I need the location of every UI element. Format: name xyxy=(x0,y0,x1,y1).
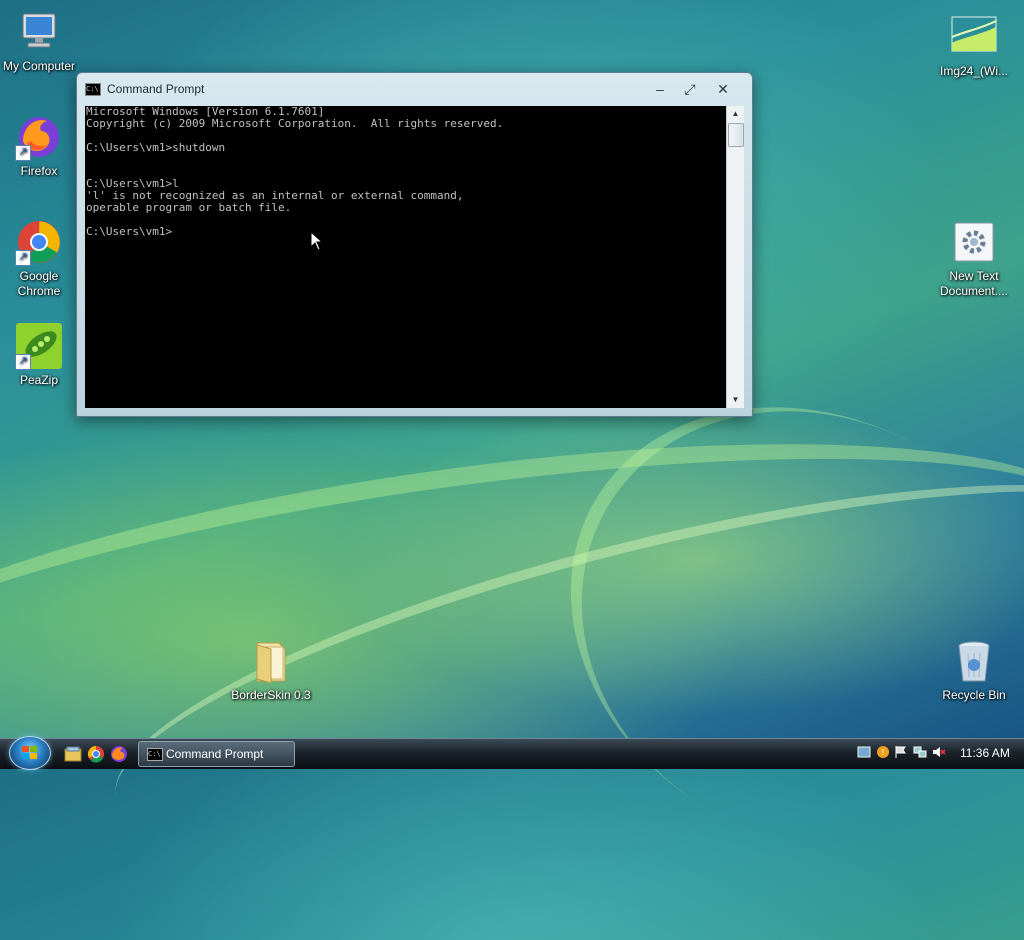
tray-update-icon[interactable]: ! xyxy=(876,745,890,759)
tray-flag-icon[interactable] xyxy=(894,745,908,759)
tray-volume-muted-icon[interactable] xyxy=(932,745,946,759)
console-line: Copyright (c) 2009 Microsoft Corporation… xyxy=(86,117,504,130)
image-file-icon xyxy=(950,13,998,61)
quicklaunch-chrome-icon[interactable] xyxy=(87,745,105,763)
desktop-icon-peazip[interactable]: ↗ PeaZip xyxy=(0,322,81,388)
desktop-icon-recycle-bin[interactable]: Recycle Bin xyxy=(932,637,1016,703)
console-prompt-line: C:\Users\vm1> xyxy=(86,225,173,238)
start-button[interactable] xyxy=(9,736,51,770)
command-prompt-icon: C:\ xyxy=(147,748,163,761)
desktop-icon-chrome[interactable]: ↗ Google Chrome xyxy=(0,218,81,299)
firefox-icon: ↗ xyxy=(15,113,63,161)
computer-icon xyxy=(15,8,63,56)
maximize-button[interactable]: ⤢ xyxy=(677,79,703,99)
desktop-icon-label: PeaZip xyxy=(19,373,59,387)
peazip-icon: ↗ xyxy=(15,322,63,370)
desktop-icon-label: Recycle Bin xyxy=(942,688,1006,702)
shortcut-arrow-icon: ↗ xyxy=(15,354,31,370)
scroll-up-button[interactable]: ▲ xyxy=(727,106,744,122)
desktop-icon-img24[interactable]: Img24_(Wi... xyxy=(932,13,1016,79)
console-output[interactable]: Microsoft Windows [Version 6.1.7601] Cop… xyxy=(85,106,726,408)
taskbar-button-command-prompt[interactable]: C:\ Command Prompt xyxy=(138,741,295,767)
windows-logo-icon xyxy=(22,746,37,759)
tray-network-icon[interactable] xyxy=(913,745,927,759)
scroll-thumb[interactable] xyxy=(728,123,744,147)
window-titlebar[interactable]: C:\ Command Prompt – ⤢ ✕ xyxy=(77,73,752,105)
command-prompt-window[interactable]: C:\ Command Prompt – ⤢ ✕ Microsoft Windo… xyxy=(76,72,753,417)
desktop-icon-my-computer[interactable]: My Computer xyxy=(0,8,81,74)
vertical-scrollbar[interactable]: ▲ ▼ xyxy=(726,106,744,408)
desktop-icon-label: BorderSkin 0.3 xyxy=(231,688,311,702)
desktop-icon-label: Firefox xyxy=(20,164,58,178)
console-line: operable program or batch file. xyxy=(86,201,292,214)
desktop-icon-label: My Computer xyxy=(2,59,76,73)
taskbar-button-label: Command Prompt xyxy=(166,747,264,761)
shortcut-arrow-icon: ↗ xyxy=(15,250,31,266)
wallpaper-streak xyxy=(86,410,1024,920)
svg-text:!: ! xyxy=(881,748,884,757)
command-prompt-icon: C:\ xyxy=(85,83,101,96)
folder-icon xyxy=(247,637,295,685)
quicklaunch-firefox-icon[interactable] xyxy=(110,745,128,763)
minimize-button[interactable]: – xyxy=(647,79,673,99)
console-line: C:\Users\vm1>shutdown xyxy=(86,141,226,154)
desktop-icon-label: Google Chrome xyxy=(17,269,61,298)
mouse-cursor-icon xyxy=(310,231,324,251)
settings-file-icon xyxy=(950,218,998,266)
taskbar-clock[interactable]: 11:36 AM xyxy=(960,746,1010,760)
recycle-bin-icon xyxy=(950,637,998,685)
chrome-icon: ↗ xyxy=(15,218,63,266)
desktop-icon-borderskin[interactable]: BorderSkin 0.3 xyxy=(229,637,313,703)
scroll-down-button[interactable]: ▼ xyxy=(727,392,744,408)
window-title: Command Prompt xyxy=(107,82,205,96)
quicklaunch-explorer-icon[interactable] xyxy=(64,745,82,763)
tray-app-icon[interactable] xyxy=(857,745,871,759)
desktop-icon-label: New Text Document.... xyxy=(939,269,1009,298)
desktop-icon-new-text-document[interactable]: New Text Document.... xyxy=(932,218,1016,299)
shortcut-arrow-icon: ↗ xyxy=(15,145,31,161)
desktop-icon-label: Img24_(Wi... xyxy=(939,64,1008,78)
close-button[interactable]: ✕ xyxy=(710,79,736,99)
desktop-icon-firefox[interactable]: ↗ Firefox xyxy=(0,113,81,179)
